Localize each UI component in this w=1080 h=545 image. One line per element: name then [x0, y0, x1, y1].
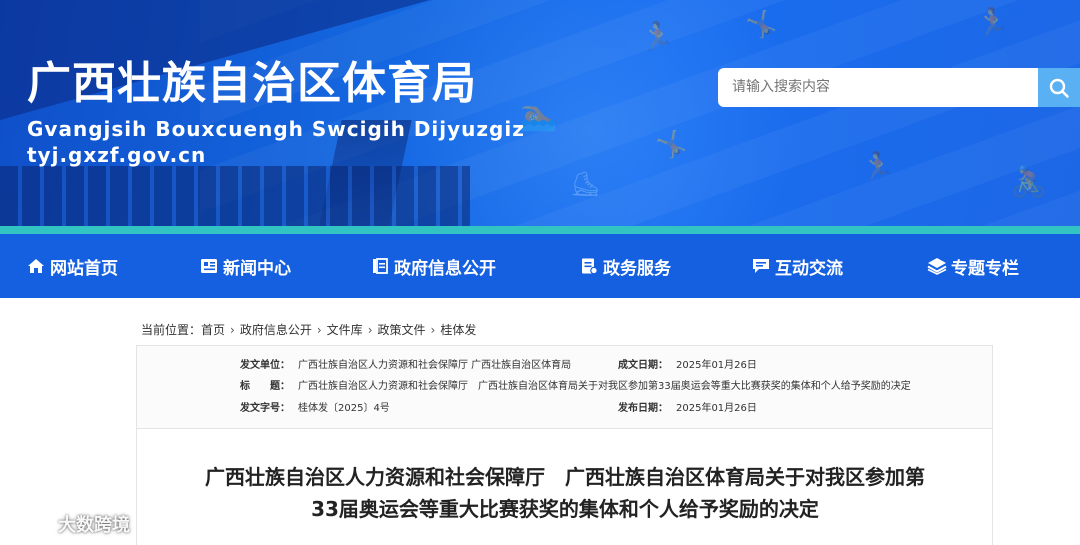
created-date-value: 2025年01月26日 — [676, 360, 757, 371]
published-date-label: 发布日期： — [618, 403, 668, 414]
breadcrumb-separator: › — [430, 322, 436, 337]
search-input[interactable] — [718, 68, 1040, 107]
chat-icon — [751, 256, 771, 276]
nav-item-label: 网站首页 — [50, 258, 118, 279]
title-label: 标 题： — [240, 381, 290, 392]
breadcrumb-gui-ti-fa[interactable]: 桂体发 — [440, 321, 476, 338]
site-title-zhuang: Gvangjsih Bouxcuengh Swcigih Dijyuzgiz — [27, 117, 525, 141]
skater-icon: ⛸ — [570, 170, 601, 198]
nav-accent-stripe — [0, 226, 1080, 234]
nav-item-label: 政府信息公开 — [394, 258, 496, 279]
document-title-line1: 广西壮族自治区人力资源和社会保障厅 广西壮族自治区体育局关于对我区参加第 — [205, 465, 925, 489]
runner-icon: 🏃 — [860, 150, 895, 183]
main-nav: 网站首页 新闻中心 政府信息公开 政务服务 互动交流 专题专栏 — [0, 234, 1080, 298]
nav-item-home[interactable]: 网站首页 — [26, 234, 118, 298]
nav-item-news[interactable]: 新闻中心 — [199, 234, 291, 298]
nav-item-label: 新闻中心 — [223, 258, 291, 279]
search-button[interactable] — [1038, 68, 1080, 107]
athlete-icon: 🤸 — [745, 10, 778, 40]
gymnast-icon: 🤸 — [655, 130, 688, 160]
nav-item-services[interactable]: 政务服务 — [579, 234, 671, 298]
document-title-line2: 33届奥运会等重大比赛获奖的集体和个人给予奖励的决定 — [311, 497, 819, 521]
nav-item-label: 专题专栏 — [951, 258, 1019, 279]
cyclist-icon: 🚴 — [1010, 165, 1048, 200]
nav-item-topics[interactable]: 专题专栏 — [927, 234, 1019, 298]
runner-icon: 🏃 — [640, 20, 675, 53]
doc-number-value: 桂体发〔2025〕4号 — [298, 403, 390, 414]
watermark-text: 大数跨境 — [58, 515, 130, 536]
home-icon — [26, 256, 46, 276]
stadium-base-illustration — [0, 166, 470, 226]
breadcrumb-file-library[interactable]: 文件库 — [327, 321, 363, 338]
breadcrumb-home[interactable]: 首页 — [201, 321, 225, 338]
published-date-value: 2025年01月26日 — [676, 403, 757, 414]
swimmer-icon: 🏊 — [520, 98, 558, 133]
book-icon — [370, 256, 390, 276]
site-url: tyj.gxzf.gov.cn — [27, 143, 207, 167]
document-meta-table: 发文单位： 广西壮族自治区人力资源和社会保障厅 广西壮族自治区体育局 成文日期：… — [136, 345, 993, 429]
newspaper-icon — [199, 256, 219, 276]
breadcrumb-prefix: 当前位置： — [141, 323, 202, 337]
breadcrumb-gov-info[interactable]: 政府信息公开 — [240, 321, 312, 338]
issuer-label: 发文单位： — [240, 360, 290, 371]
layers-icon — [927, 256, 947, 276]
nav-item-gov-info[interactable]: 政府信息公开 — [370, 234, 496, 298]
header-banner: 🏃 🤸 🏃 🤸 🏊 🏃 🚴 ⛸ 广西壮族自治区体育局 Gvangjsih Bou… — [0, 0, 1080, 226]
breadcrumb-policy-files[interactable]: 政策文件 — [378, 321, 426, 338]
search-icon — [1049, 78, 1069, 98]
watermark-logo-icon — [12, 515, 49, 533]
document-icon — [579, 256, 599, 276]
doc-number-label: 发文字号： — [240, 403, 290, 414]
document-title: 广西壮族自治区人力资源和社会保障厅 广西壮族自治区体育局关于对我区参加第 33届… — [0, 461, 1080, 525]
nav-item-label: 互动交流 — [775, 258, 843, 279]
watermark: 大数跨境 — [10, 510, 130, 538]
breadcrumb-separator: › — [230, 322, 235, 337]
title-value: 广西壮族自治区人力资源和社会保障厅 广西壮族自治区体育局关于对我区参加第33届奥… — [298, 381, 911, 392]
issuer-value: 广西壮族自治区人力资源和社会保障厅 广西壮族自治区体育局 — [298, 360, 572, 371]
breadcrumb: 当前位置： 首页 › 政府信息公开 › 文件库 › 政策文件 › 桂体发 — [141, 321, 476, 338]
created-date-label: 成文日期： — [618, 360, 668, 371]
runner-icon: 🏃 — [975, 6, 1010, 39]
nav-item-label: 政务服务 — [603, 258, 671, 279]
breadcrumb-separator: › — [367, 322, 373, 337]
breadcrumb-separator: › — [316, 322, 322, 337]
site-title: 广西壮族自治区体育局 — [27, 58, 477, 109]
nav-item-interaction[interactable]: 互动交流 — [751, 234, 843, 298]
